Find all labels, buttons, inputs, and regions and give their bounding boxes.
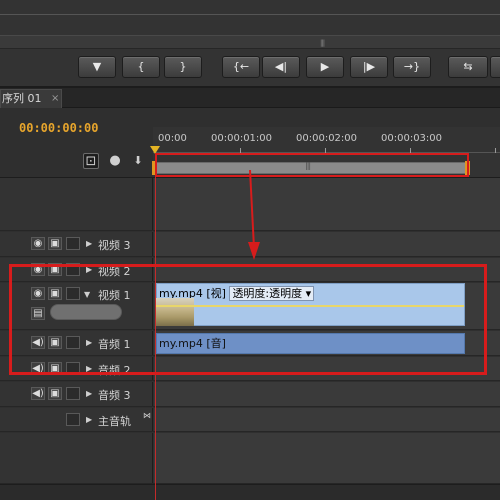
mark-out-button[interactable]: } <box>164 56 202 78</box>
track-audio-3: ◀) ▣ ▶ 音频 3 <box>0 382 500 407</box>
track-body[interactable] <box>154 408 500 431</box>
track-name: 视频 3 <box>98 239 131 252</box>
speaker-icon[interactable]: ◀) <box>31 387 45 400</box>
ruler-tick-label: 00:00:02:00 <box>296 133 358 144</box>
expand-icon[interactable]: ▶ <box>86 415 92 424</box>
track-master: ▶ 主音轨 ⋈ <box>0 408 500 432</box>
tab-sequence-01[interactable]: 序列 01 × <box>0 89 62 108</box>
track-header: ◀) ▣ ▶ 音频 3 <box>0 382 153 406</box>
track-body[interactable] <box>154 178 500 230</box>
ruler-tick-label: 00:00:01:00 <box>211 133 273 144</box>
track-name: 音频 3 <box>98 389 131 402</box>
annotation-arrow <box>248 170 260 260</box>
mark-out-icon: } <box>179 60 187 73</box>
monitor-divider <box>0 14 500 15</box>
set-marker-icon[interactable]: ● <box>107 153 123 169</box>
lock-box[interactable] <box>66 387 80 400</box>
monitor-scrollbar[interactable] <box>0 35 500 49</box>
marker-button[interactable]: ▼ <box>78 56 116 78</box>
expand-icon[interactable]: ▶ <box>86 239 92 248</box>
extract-button[interactable] <box>490 56 500 78</box>
snap-icon[interactable]: ⊡ <box>83 153 99 169</box>
eye-icon[interactable]: ◉ <box>31 237 45 250</box>
lock-box[interactable] <box>66 413 80 426</box>
play-icon: ▶ <box>320 60 330 73</box>
track-body[interactable] <box>154 232 500 256</box>
track-header <box>0 178 153 230</box>
step-forward-button[interactable]: |▶ <box>350 56 388 78</box>
transition-icon: ⋈ <box>143 411 151 420</box>
ruler-tick-label: 00:00 <box>158 133 187 144</box>
lift-button[interactable]: ⇆ <box>448 56 488 78</box>
marker-icon: ▼ <box>92 60 102 73</box>
step-back-icon: ◀| <box>274 60 288 73</box>
annotation-clips-box <box>9 264 487 375</box>
go-to-out-icon: →} <box>403 60 421 73</box>
ruler-tick <box>495 148 496 153</box>
step-forward-icon: |▶ <box>362 60 376 73</box>
mark-in-button[interactable]: { <box>122 56 160 78</box>
track-body[interactable] <box>154 433 500 483</box>
empty-track-area <box>0 433 500 484</box>
current-timecode[interactable]: 00:00:00:00 <box>19 121 98 135</box>
track-header <box>0 433 153 483</box>
annotation-work-area-box <box>155 153 469 177</box>
lift-icon: ⇆ <box>463 60 473 73</box>
film-icon[interactable]: ▣ <box>48 387 62 400</box>
expand-icon[interactable]: ▶ <box>86 389 92 398</box>
marker-icon[interactable]: ⬇ <box>130 153 146 169</box>
go-to-in-icon: {← <box>232 60 250 73</box>
play-button[interactable]: ▶ <box>306 56 344 78</box>
horizontal-scrollbar[interactable] <box>0 484 500 500</box>
go-to-out-button[interactable]: →} <box>393 56 431 78</box>
track-header: ▶ 主音轨 ⋈ <box>0 408 153 431</box>
tab-label: 序列 01 <box>2 92 42 105</box>
scrollbar-grip-icon: ||| <box>320 39 325 47</box>
close-icon[interactable]: × <box>51 90 59 107</box>
film-icon[interactable]: ▣ <box>48 237 62 250</box>
lock-box[interactable] <box>66 237 80 250</box>
sequence-tab-bar <box>0 88 500 108</box>
ruler-tick-label: 00:00:03:00 <box>381 133 443 144</box>
track-header: ◉ ▣ ▶ 视频 3 <box>0 232 153 256</box>
step-back-button[interactable]: ◀| <box>262 56 300 78</box>
go-to-in-button[interactable]: {← <box>222 56 260 78</box>
track-body[interactable] <box>154 382 500 406</box>
track-name: 主音轨 <box>98 415 131 428</box>
mark-in-icon: { <box>137 60 145 73</box>
